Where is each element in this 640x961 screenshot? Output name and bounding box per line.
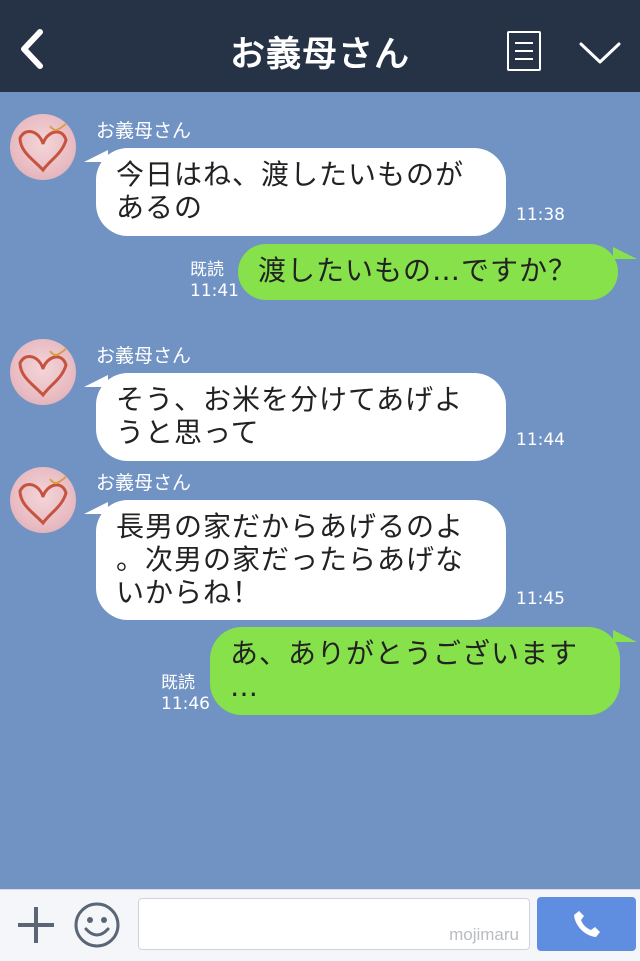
- message-list[interactable]: お義母さん 今日はね、渡したいものが あるの 11:38 既読 11:41 渡し…: [0, 92, 640, 889]
- message-time: 11:44: [516, 430, 565, 450]
- avatar[interactable]: [10, 339, 76, 405]
- chevron-down-icon[interactable]: [578, 40, 622, 66]
- plus-icon[interactable]: [15, 904, 57, 946]
- read-receipt: 既読: [161, 673, 195, 693]
- avatar[interactable]: [10, 467, 76, 533]
- message-time: 11:45: [516, 589, 565, 609]
- message-bubble-outgoing[interactable]: あ、ありがとうございます …: [210, 627, 620, 715]
- avatar[interactable]: [10, 114, 76, 180]
- message-bubble-incoming[interactable]: 長男の家だからあげるのよ 。次男の家だったらあげな いからね！: [96, 500, 506, 620]
- message-bubble-outgoing[interactable]: 渡したいもの…ですか？: [238, 244, 618, 300]
- watermark: mojimaru: [449, 925, 519, 944]
- read-receipt: 既読: [190, 260, 224, 280]
- phone-icon: [574, 911, 600, 937]
- chat-title: お義母さん: [229, 35, 410, 75]
- menu-icon[interactable]: [507, 31, 541, 71]
- bubble-tail: [613, 247, 637, 259]
- sender-name: お義母さん: [96, 345, 192, 367]
- message-time: 11:41: [190, 281, 239, 301]
- sender-name: お義母さん: [96, 472, 192, 494]
- smile-icon[interactable]: [73, 901, 121, 949]
- sender-name: お義母さん: [96, 120, 192, 142]
- message-input[interactable]: mojimaru: [138, 898, 530, 950]
- message-bubble-incoming[interactable]: そう、お米を分けてあげよ うと思って: [96, 373, 506, 461]
- message-time: 11:38: [516, 205, 565, 225]
- message-bubble-incoming[interactable]: 今日はね、渡したいものが あるの: [96, 148, 506, 236]
- message-meta: 既読 11:46: [161, 673, 210, 715]
- chat-header: お義母さん: [0, 0, 640, 92]
- call-button[interactable]: [537, 897, 636, 951]
- bubble-tail: [613, 630, 637, 642]
- message-time: 11:46: [161, 694, 210, 714]
- message-meta: 既読 11:41: [190, 260, 239, 302]
